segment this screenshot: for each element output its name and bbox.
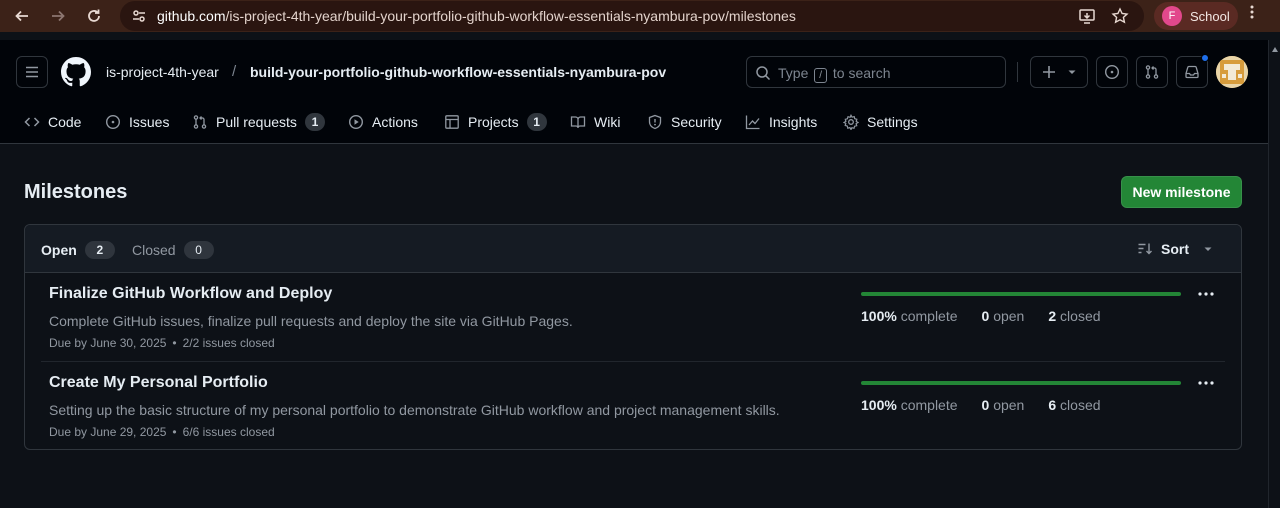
back-icon[interactable] bbox=[8, 2, 36, 30]
tab-issues[interactable]: Issues bbox=[105, 108, 169, 136]
milestone-meta: Due by June 30, 2025 • 2/2 issues closed bbox=[49, 336, 275, 350]
milestone-row: Create My Personal Portfolio Setting up … bbox=[25, 362, 1241, 449]
bookmark-star-icon[interactable] bbox=[1111, 7, 1129, 25]
search-input[interactable]: Type / to search bbox=[746, 56, 1006, 88]
kebab-horizontal-icon bbox=[1198, 292, 1214, 296]
milestones-list-header: Open 2 Closed 0 Sort bbox=[25, 225, 1241, 273]
github-logo-icon[interactable] bbox=[61, 57, 91, 87]
milestone-meta: Due by June 29, 2025 • 6/6 issues closed bbox=[49, 425, 275, 439]
open-count: 2 bbox=[84, 241, 115, 259]
shield-icon bbox=[648, 114, 662, 130]
progress-fill bbox=[861, 381, 1181, 385]
milestone-progress-bar bbox=[861, 292, 1181, 296]
reload-icon[interactable] bbox=[80, 2, 108, 30]
tab-wiki[interactable]: Wiki bbox=[570, 108, 620, 136]
milestone-title[interactable]: Create My Personal Portfolio bbox=[49, 374, 268, 392]
code-icon bbox=[24, 117, 40, 127]
install-app-icon[interactable] bbox=[1078, 7, 1096, 25]
issues-button[interactable] bbox=[1096, 56, 1128, 88]
profile-chip[interactable]: F School bbox=[1154, 2, 1238, 30]
url-text: github.com/is-project-4th-year/build-you… bbox=[157, 8, 796, 24]
page-title: Milestones bbox=[24, 181, 128, 203]
milestone-due-date: Due by June 30, 2025 bbox=[49, 336, 167, 350]
pull-request-icon bbox=[193, 115, 207, 129]
profile-avatar: F bbox=[1162, 6, 1182, 26]
search-icon bbox=[756, 66, 771, 81]
filter-open[interactable]: Open 2 bbox=[41, 241, 115, 259]
create-new-button[interactable] bbox=[1030, 56, 1088, 88]
milestone-more-button[interactable] bbox=[1195, 372, 1217, 394]
header-divider bbox=[1017, 62, 1018, 82]
chevron-down-icon bbox=[1068, 70, 1076, 74]
issue-icon bbox=[105, 114, 121, 130]
breadcrumb-separator: / bbox=[232, 63, 237, 80]
play-icon bbox=[348, 114, 364, 130]
sort-dropdown[interactable]: Sort bbox=[1137, 241, 1213, 257]
meta-separator: • bbox=[172, 336, 177, 350]
filter-closed[interactable]: Closed 0 bbox=[132, 241, 214, 259]
notification-indicator bbox=[1201, 54, 1209, 62]
meta-separator: • bbox=[172, 425, 177, 439]
git-pull-request-icon bbox=[1145, 65, 1159, 79]
table-icon bbox=[445, 115, 459, 129]
tab-actions[interactable]: Actions bbox=[348, 108, 418, 136]
milestone-description: Complete GitHub issues, finalize pull re… bbox=[49, 313, 573, 329]
milestone-progress-bar bbox=[861, 381, 1181, 385]
kebab-horizontal-icon bbox=[1198, 381, 1214, 385]
user-avatar[interactable] bbox=[1216, 56, 1248, 88]
graph-icon bbox=[745, 115, 760, 130]
browser-menu-icon[interactable] bbox=[1250, 4, 1254, 25]
milestone-row: Finalize GitHub Workflow and Deploy Comp… bbox=[25, 273, 1241, 362]
search-placeholder: Type / to search bbox=[778, 65, 891, 83]
milestone-description: Setting up the basic structure of my per… bbox=[49, 402, 780, 418]
milestone-issues-closed: 6/6 issues closed bbox=[182, 425, 275, 439]
hamburger-icon bbox=[26, 66, 38, 78]
inbox-icon bbox=[1185, 65, 1199, 79]
forward-icon[interactable] bbox=[44, 2, 72, 30]
milestone-stats: 100% complete 0 open 6 closed bbox=[861, 397, 1101, 413]
projects-count: 1 bbox=[526, 113, 547, 131]
milestone-due-date: Due by June 29, 2025 bbox=[49, 425, 167, 439]
tab-insights[interactable]: Insights bbox=[745, 108, 817, 136]
chevron-down-icon bbox=[1204, 247, 1212, 251]
tab-security[interactable]: Security bbox=[647, 108, 722, 136]
book-icon bbox=[570, 116, 586, 129]
search-shortcut-key: / bbox=[814, 68, 828, 83]
milestone-more-button[interactable] bbox=[1195, 283, 1217, 305]
address-bar[interactable]: github.com/is-project-4th-year/build-you… bbox=[120, 1, 1144, 31]
closed-count: 0 bbox=[183, 241, 214, 259]
profile-name: School bbox=[1190, 8, 1230, 24]
sort-icon bbox=[1138, 243, 1152, 255]
github-header: is-project-4th-year / build-your-portfol… bbox=[0, 40, 1268, 144]
breadcrumb-repo[interactable]: build-your-portfolio-github-workflow-ess… bbox=[250, 64, 666, 80]
tab-projects[interactable]: Projects 1 bbox=[444, 108, 547, 136]
tab-pull-requests[interactable]: Pull requests 1 bbox=[192, 108, 325, 136]
gear-icon bbox=[843, 114, 859, 130]
milestones-list: Open 2 Closed 0 Sort Finalize GitHub Workf… bbox=[24, 224, 1242, 450]
site-settings-icon[interactable] bbox=[130, 7, 148, 25]
breadcrumb-owner[interactable]: is-project-4th-year bbox=[106, 64, 219, 80]
milestone-title[interactable]: Finalize GitHub Workflow and Deploy bbox=[49, 285, 332, 303]
browser-toolbar: github.com/is-project-4th-year/build-you… bbox=[0, 0, 1280, 32]
plus-icon bbox=[1043, 66, 1055, 78]
menu-button[interactable] bbox=[16, 56, 48, 88]
tab-settings[interactable]: Settings bbox=[843, 108, 918, 136]
milestone-issues-closed: 2/2 issues closed bbox=[182, 336, 275, 350]
milestone-stats: 100% complete 0 open 2 closed bbox=[861, 308, 1101, 324]
pull-requests-count: 1 bbox=[304, 113, 325, 131]
progress-fill bbox=[861, 292, 1181, 296]
new-milestone-button[interactable]: New milestone bbox=[1121, 176, 1242, 208]
pull-requests-button[interactable] bbox=[1136, 56, 1168, 88]
tab-code[interactable]: Code bbox=[24, 108, 81, 136]
page-scrollbar[interactable] bbox=[1268, 40, 1280, 508]
issue-opened-icon bbox=[1104, 64, 1120, 80]
